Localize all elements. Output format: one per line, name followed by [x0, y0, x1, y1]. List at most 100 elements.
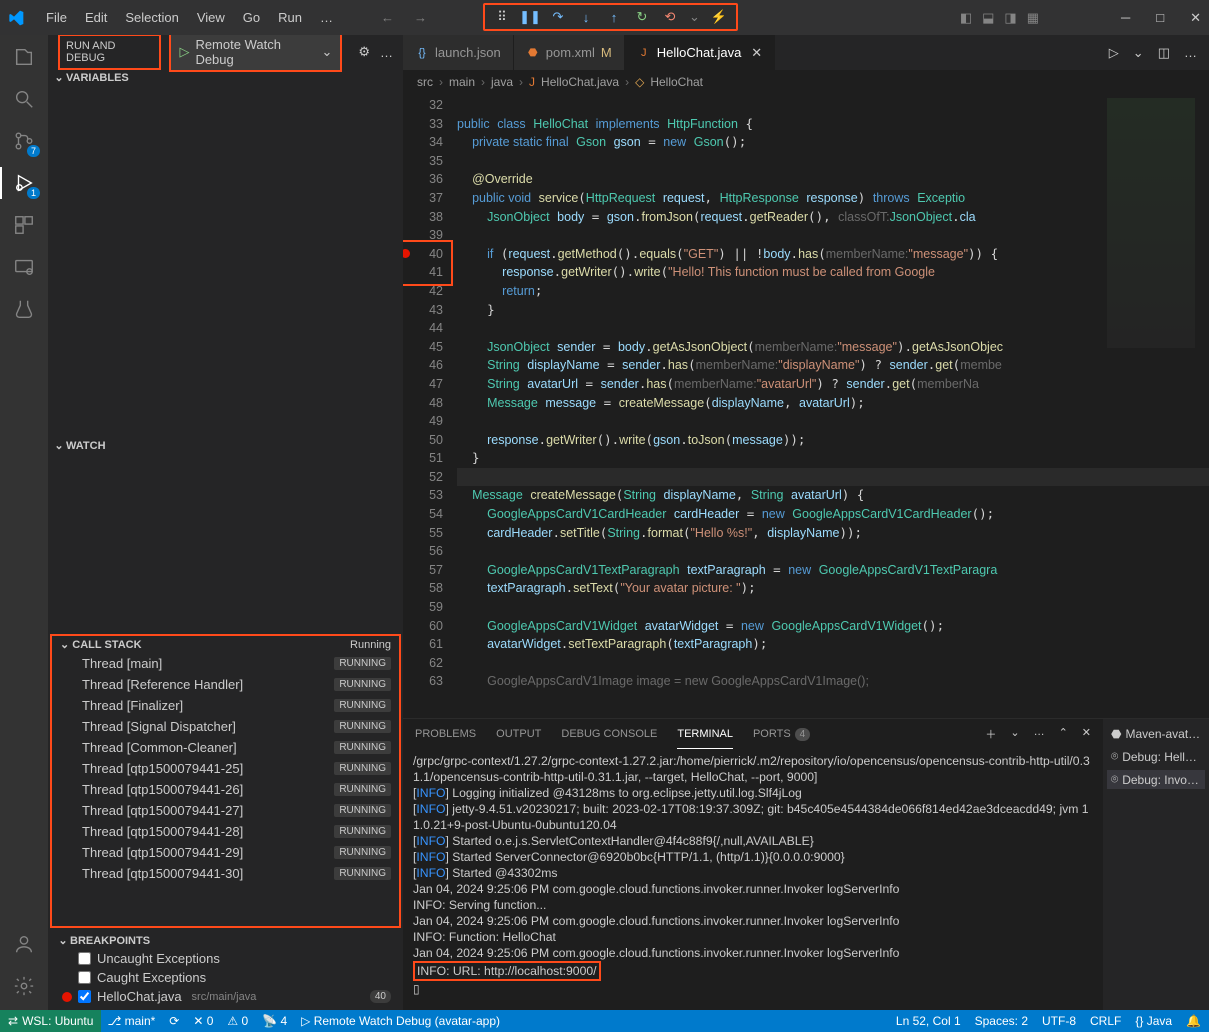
- menu-more[interactable]: …: [312, 6, 341, 29]
- gear-icon[interactable]: [12, 974, 36, 998]
- debug-config-select[interactable]: ▷ Remote Watch Debug ⌄: [169, 35, 342, 72]
- panel-right-icon[interactable]: ◨: [1004, 10, 1016, 26]
- menu-go[interactable]: Go: [235, 6, 268, 29]
- terminal-instance[interactable]: ⌾Debug: Hell…: [1107, 747, 1205, 766]
- breakpoint-uncaught[interactable]: Uncaught Exceptions: [52, 949, 399, 968]
- terminal-output[interactable]: /grpc/grpc-context/1.27.2/grpc-context-1…: [403, 749, 1103, 1010]
- breadcrumb[interactable]: src› main› java› JHelloChat.java› ◇Hello…: [403, 70, 1209, 94]
- new-terminal-icon[interactable]: ＋: [985, 726, 996, 742]
- terminal-instance[interactable]: ⌾Debug: Invo…: [1107, 770, 1205, 789]
- callstack-thread[interactable]: Thread [Common-Cleaner]RUNNING: [52, 737, 399, 758]
- explorer-icon[interactable]: [12, 45, 36, 69]
- search-icon[interactable]: [12, 87, 36, 111]
- tab-terminal[interactable]: TERMINAL: [677, 720, 733, 749]
- minimize-icon[interactable]: ─: [1121, 10, 1130, 26]
- callstack-header[interactable]: ⌄ CALL STACK Running: [52, 636, 399, 653]
- close-panel-icon[interactable]: ✕: [1082, 726, 1091, 742]
- git-branch[interactable]: ⎇ main*: [107, 1014, 155, 1028]
- callstack-thread[interactable]: Thread [qtp1500079441-27]RUNNING: [52, 800, 399, 821]
- eol[interactable]: CRLF: [1090, 1014, 1121, 1028]
- chevron-down-icon[interactable]: ⌄: [1010, 726, 1019, 742]
- remote-indicator[interactable]: ⇄ WSL: Ubuntu: [0, 1010, 101, 1032]
- warnings[interactable]: ⚠ 0: [227, 1014, 248, 1028]
- callstack-thread[interactable]: Thread [qtp1500079441-28]RUNNING: [52, 821, 399, 842]
- debug-status[interactable]: ▷ Remote Watch Debug (avatar-app): [301, 1014, 500, 1028]
- close-icon[interactable]: ✕: [1190, 10, 1201, 26]
- gear-icon[interactable]: ⚙: [358, 44, 370, 60]
- more-icon[interactable]: …: [380, 45, 393, 60]
- variables-header[interactable]: ⌄VARIABLES: [48, 69, 403, 86]
- panel-left-icon[interactable]: ◧: [960, 10, 972, 26]
- terminal-list: ⬣Maven-avat… ⌾Debug: Hell… ⌾Debug: Invo…: [1103, 719, 1209, 1010]
- maximize-panel-icon[interactable]: ⌃: [1059, 726, 1068, 742]
- maximize-icon[interactable]: □: [1156, 10, 1164, 26]
- errors[interactable]: ✕ 0: [193, 1014, 213, 1028]
- step-over-icon[interactable]: ↷: [549, 8, 567, 26]
- menu-selection[interactable]: Selection: [117, 6, 186, 29]
- tab-problems[interactable]: PROBLEMS: [415, 720, 476, 748]
- breakpoint-dot-icon: [62, 992, 72, 1002]
- menu-run[interactable]: Run: [270, 6, 310, 29]
- tab-debug-console[interactable]: DEBUG CONSOLE: [561, 720, 657, 748]
- breakpoints-header[interactable]: ⌄BREAKPOINTS: [52, 932, 399, 949]
- run-icon[interactable]: ▷: [1109, 45, 1119, 61]
- callstack-thread[interactable]: Thread [qtp1500079441-25]RUNNING: [52, 758, 399, 779]
- source-control-icon[interactable]: 7: [12, 129, 36, 153]
- remote-icon[interactable]: [12, 255, 36, 279]
- callstack-thread[interactable]: Thread [main]RUNNING: [52, 653, 399, 674]
- tab-ports[interactable]: PORTS4: [753, 720, 810, 748]
- more-icon[interactable]: …: [1034, 726, 1045, 742]
- vscode-logo-icon: [8, 10, 24, 26]
- terminal-instance[interactable]: ⬣Maven-avat…: [1107, 725, 1205, 743]
- menu-file[interactable]: File: [38, 6, 75, 29]
- chevron-down-icon: ⌄: [321, 44, 332, 60]
- chevron-down-icon[interactable]: ⌄: [1133, 45, 1144, 61]
- account-icon[interactable]: [12, 932, 36, 956]
- disconnect-icon[interactable]: ⟲: [661, 8, 679, 26]
- extensions-icon[interactable]: [12, 213, 36, 237]
- drag-handle-icon[interactable]: ⠿: [493, 8, 511, 26]
- editor-tab[interactable]: JHelloChat.java✕: [625, 35, 775, 70]
- cursor-position[interactable]: Ln 52, Col 1: [896, 1014, 961, 1028]
- more-icon[interactable]: …: [1184, 45, 1197, 60]
- breakpoint-file[interactable]: HelloChat.java src/main/java 40: [52, 987, 399, 1006]
- tab-output[interactable]: OUTPUT: [496, 720, 541, 748]
- menu-edit[interactable]: Edit: [77, 6, 115, 29]
- callstack-thread[interactable]: Thread [qtp1500079441-26]RUNNING: [52, 779, 399, 800]
- close-icon[interactable]: ✕: [751, 45, 762, 61]
- indent[interactable]: Spaces: 2: [975, 1014, 1028, 1028]
- sync-icon[interactable]: ⟳: [169, 1014, 179, 1028]
- editor-tab[interactable]: {}launch.json: [403, 35, 514, 70]
- minimap[interactable]: [1107, 98, 1195, 348]
- encoding[interactable]: UTF-8: [1042, 1014, 1076, 1028]
- callstack-thread[interactable]: Thread [Signal Dispatcher]RUNNING: [52, 716, 399, 737]
- testing-icon[interactable]: [12, 297, 36, 321]
- layout-grid-icon[interactable]: ▦: [1027, 10, 1039, 26]
- callstack-thread[interactable]: Thread [qtp1500079441-29]RUNNING: [52, 842, 399, 863]
- debug-toolbar: ⠿ ❚❚ ↷ ↓ ↑ ↻ ⟲ ⌄ ⚡: [483, 3, 738, 31]
- breakpoint-caught[interactable]: Caught Exceptions: [52, 968, 399, 987]
- split-icon[interactable]: ◫: [1158, 45, 1170, 61]
- notifications-icon[interactable]: 🔔: [1186, 1014, 1201, 1028]
- menu-view[interactable]: View: [189, 6, 233, 29]
- restart-icon[interactable]: ↻: [633, 8, 651, 26]
- step-into-icon[interactable]: ↓: [577, 8, 595, 26]
- hot-reload-icon[interactable]: ⚡: [710, 8, 728, 26]
- editor-tab[interactable]: ⬣pom.xmlM: [514, 35, 625, 70]
- panel-bottom-icon[interactable]: ⬓: [982, 10, 994, 26]
- chevron-down-icon[interactable]: ⌄: [689, 9, 700, 25]
- nav-back-icon[interactable]: ←: [381, 10, 394, 25]
- debug-icon[interactable]: 1: [12, 171, 36, 195]
- code-editor[interactable]: 3233343536373839404142434445464748495051…: [403, 94, 1209, 718]
- callstack-thread[interactable]: Thread [Finalizer]RUNNING: [52, 695, 399, 716]
- step-out-icon[interactable]: ↑: [605, 8, 623, 26]
- callstack-thread[interactable]: Thread [Reference Handler]RUNNING: [52, 674, 399, 695]
- ports-status[interactable]: 📡 4: [262, 1014, 287, 1028]
- nav-fwd-icon[interactable]: →: [414, 10, 427, 25]
- file-icon: J: [637, 46, 651, 60]
- callstack-thread[interactable]: Thread [qtp1500079441-30]RUNNING: [52, 863, 399, 884]
- pause-icon[interactable]: ❚❚: [521, 8, 539, 26]
- watch-header[interactable]: ⌄WATCH: [48, 437, 403, 454]
- language[interactable]: {} Java: [1135, 1014, 1172, 1028]
- play-icon: ▷: [179, 44, 189, 60]
